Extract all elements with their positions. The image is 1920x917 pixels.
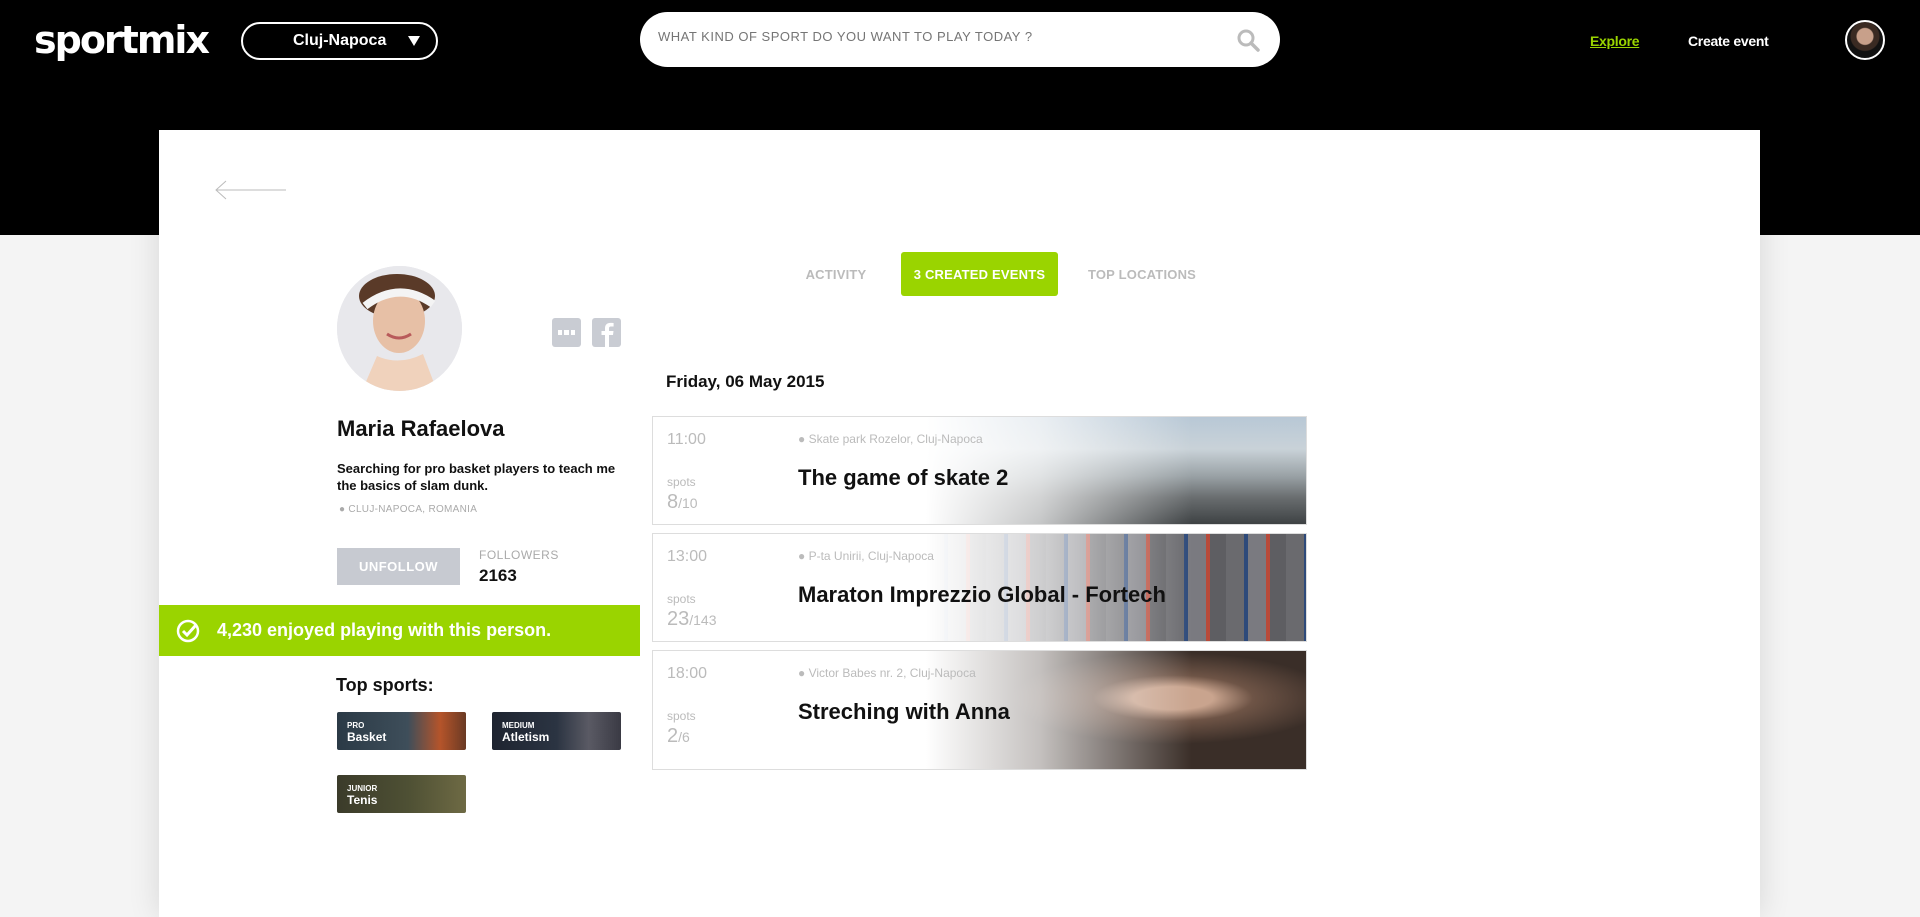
profile-photo: [337, 266, 462, 391]
sport-badge-basket[interactable]: PRO Basket: [337, 712, 466, 750]
event-spots: 8/10: [667, 491, 698, 513]
blog-icon[interactable]: [552, 318, 581, 347]
event-card[interactable]: 13:00 spots 23/143 ● P-ta Unirii, Cluj-N…: [652, 533, 1307, 642]
nav-create-event-link[interactable]: Create event: [1688, 33, 1769, 49]
event-place: ● Victor Babes nr. 2, Cluj-Napoca: [798, 666, 976, 680]
sport-name: Tenis: [347, 793, 378, 807]
event-title: The game of skate 2: [798, 465, 1009, 490]
event-spots-label: spots: [667, 475, 696, 489]
profile-bio: Searching for pro basket players to teac…: [337, 461, 616, 493]
event-spots-label: spots: [667, 592, 696, 606]
followers-count: 2163: [479, 566, 517, 585]
events-date: Friday, 06 May 2015: [666, 372, 825, 391]
search-icon[interactable]: [1236, 28, 1260, 52]
event-time: 11:00: [667, 431, 706, 448]
profile-location: ● CLUJ-NAPOCA, ROMANIA: [339, 504, 478, 515]
caret-down-icon: [408, 36, 420, 46]
sport-name: Atletism: [502, 730, 550, 744]
sport-level: MEDIUM: [502, 721, 535, 730]
sport-badge-atletism[interactable]: MEDIUM Atletism: [492, 712, 621, 750]
event-card[interactable]: 18:00 spots 2/6 ● Victor Babes nr. 2, Cl…: [652, 650, 1307, 770]
enjoyed-banner: 4,230 enjoyed playing with this person.: [159, 605, 640, 656]
event-spots: 2/6: [667, 725, 690, 747]
sport-level: PRO: [347, 721, 365, 730]
sport-badge-tenis[interactable]: JUNIOR Tenis: [337, 775, 466, 813]
sportmix-logo[interactable]: sportmix: [34, 18, 210, 62]
check-circle-icon: [176, 619, 200, 643]
event-time: 13:00: [667, 548, 708, 565]
enjoyed-text: 4,230 enjoyed playing with this person.: [217, 620, 552, 640]
unfollow-button[interactable]: UNFOLLOW: [337, 548, 460, 585]
event-place: ● Skate park Rozelor, Cluj-Napoca: [798, 432, 983, 446]
profile-name: Maria Rafaelova: [337, 416, 505, 441]
search-bar[interactable]: [640, 12, 1280, 67]
top-sports-title: Top sports:: [336, 675, 434, 695]
event-title: Maraton Imprezzio Global - Fortech: [798, 582, 1166, 607]
event-title: Streching with Anna: [798, 699, 1010, 724]
facebook-icon[interactable]: [592, 318, 621, 347]
event-spots: 23/143: [667, 608, 717, 630]
nav-explore-link[interactable]: Explore: [1590, 33, 1640, 49]
city-selector[interactable]: Cluj-Napoca: [241, 22, 438, 60]
tab-top-locations[interactable]: TOP LOCATIONS: [1082, 252, 1202, 296]
city-label: Cluj-Napoca: [293, 32, 387, 49]
user-avatar[interactable]: [1845, 20, 1885, 60]
event-spots-label: spots: [667, 709, 696, 723]
back-arrow-icon[interactable]: [214, 180, 286, 200]
event-time: 18:00: [667, 665, 708, 682]
event-place: ● P-ta Unirii, Cluj-Napoca: [798, 549, 934, 563]
event-card[interactable]: 11:00 spots 8/10 ● Skate park Rozelor, C…: [652, 416, 1307, 525]
sport-level: JUNIOR: [347, 784, 378, 793]
sport-name: Basket: [347, 730, 387, 744]
tab-created-events[interactable]: 3 CREATED EVENTS: [901, 252, 1058, 296]
tab-activity[interactable]: ACTIVITY: [791, 252, 881, 296]
search-input[interactable]: [658, 29, 1218, 44]
followers-label: FOLLOWERS: [479, 548, 559, 562]
